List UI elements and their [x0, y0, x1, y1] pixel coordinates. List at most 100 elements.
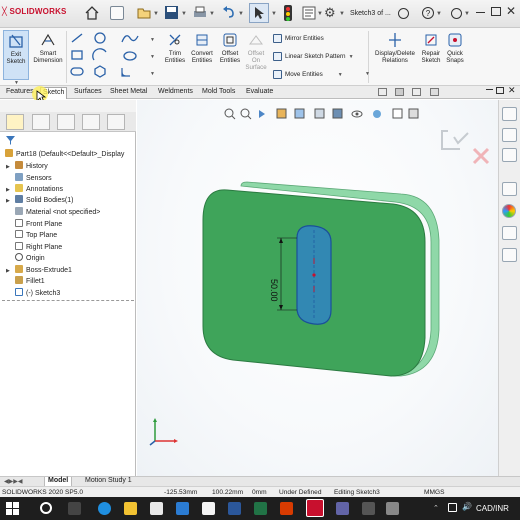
apply-scene-icon[interactable] — [392, 108, 403, 119]
new-document-icon[interactable] — [110, 6, 124, 20]
move-entities-button[interactable]: Move Entities ▼ — [273, 70, 343, 79]
slot-sketch[interactable] — [296, 225, 332, 325]
panel-toggle-icon[interactable] — [412, 88, 421, 96]
restore-icon[interactable] — [491, 7, 501, 16]
dynamic-annotation-icon[interactable] — [294, 108, 305, 119]
tree-item-history[interactable]: History — [15, 161, 48, 170]
undo-dropdown-arrow[interactable]: ▼ — [238, 11, 244, 17]
trim-entities-button[interactable]: Trim Entities — [164, 30, 186, 64]
tab-sheet-metal[interactable]: Sheet Metal — [108, 87, 149, 99]
dimension-label[interactable]: 50.00 — [269, 279, 279, 302]
ellipse-icon[interactable] — [123, 51, 137, 61]
tree-item-top-plane[interactable]: Top Plane — [15, 230, 57, 239]
design-library-icon[interactable] — [502, 128, 517, 142]
arc-icon[interactable] — [92, 48, 107, 61]
select-dropdown-arrow[interactable]: ▼ — [271, 11, 277, 17]
word-icon[interactable] — [228, 502, 241, 515]
doc-restore-icon[interactable] — [496, 87, 504, 94]
tab-surfaces[interactable]: Surfaces — [72, 87, 104, 99]
convert-entities-button[interactable]: Convert Entities — [189, 30, 215, 64]
tree-item-origin[interactable]: Origin — [15, 253, 45, 262]
zoom-area-icon[interactable] — [240, 108, 252, 120]
smart-dimension-button[interactable]: Smart Dimension — [33, 30, 63, 64]
tree-item-fillet1[interactable]: Fillet1 — [15, 276, 45, 285]
status-units[interactable]: MMGS — [424, 489, 445, 496]
polygon-icon[interactable] — [94, 65, 106, 78]
tree-item-material[interactable]: Material <not specified> — [15, 207, 100, 216]
panel-toggle-icon[interactable] — [430, 88, 439, 96]
edit-appearance-icon[interactable] — [373, 110, 381, 118]
relations-dropdown-arrow[interactable]: ▼ — [365, 71, 370, 77]
file-properties-icon[interactable] — [302, 6, 316, 20]
mail-icon[interactable] — [176, 502, 189, 515]
save-icon[interactable] — [164, 5, 179, 20]
app-icon[interactable] — [386, 502, 399, 515]
help-dropdown-arrow[interactable]: ▼ — [436, 11, 442, 17]
linear-pattern-dropdown-arrow[interactable]: ▼ — [349, 54, 354, 60]
previous-view-icon[interactable] — [259, 110, 265, 118]
open-icon[interactable] — [136, 5, 152, 21]
tree-item-right-plane[interactable]: Right Plane — [15, 242, 62, 251]
tab-evaluate[interactable]: Evaluate — [244, 87, 275, 99]
file-explorer-icon[interactable] — [502, 148, 517, 162]
appearances-icon[interactable] — [502, 204, 516, 218]
panel-toggle-icon[interactable] — [395, 88, 404, 96]
tab-features[interactable]: Features — [4, 87, 36, 99]
rectangle-icon[interactable] — [71, 50, 83, 60]
tree-item-sketch3[interactable]: (-) Sketch3 — [15, 288, 60, 297]
search-icon[interactable] — [40, 502, 52, 514]
tray-chevron-icon[interactable]: ⌃ — [433, 504, 439, 512]
tree-expander[interactable]: ▶ — [6, 187, 10, 193]
tray-icon[interactable] — [448, 503, 457, 512]
tree-expander[interactable]: ▶ — [6, 198, 10, 204]
select-icon[interactable] — [249, 3, 269, 23]
exit-sketch-confirm-icon[interactable] — [441, 130, 469, 150]
photos-icon[interactable] — [202, 502, 215, 515]
filter-icon[interactable] — [6, 136, 15, 147]
doc-minimize-icon[interactable] — [486, 89, 493, 90]
tree-item-sensors[interactable]: Sensors — [15, 173, 52, 182]
task-view-icon[interactable] — [68, 502, 81, 515]
offset-entities-button[interactable]: Offset Entities — [218, 30, 242, 64]
panel-toggle-icon[interactable] — [378, 88, 387, 96]
edge-icon[interactable] — [98, 502, 111, 515]
tab-mold-tools[interactable]: Mold Tools — [200, 87, 237, 99]
excel-icon[interactable] — [254, 502, 267, 515]
chrome-icon[interactable] — [150, 502, 163, 515]
scroll-left-icon[interactable]: ◀▶▶◀ — [4, 478, 22, 485]
tree-item-annotations[interactable]: Annotations — [15, 184, 63, 193]
display-manager-tab-icon[interactable] — [107, 114, 125, 130]
options-dropdown-arrow[interactable]: ▼ — [339, 11, 345, 17]
dimxpert-tab-icon[interactable] — [82, 114, 100, 130]
spline-icon[interactable] — [121, 35, 139, 43]
move-entities-dropdown-arrow[interactable]: ▼ — [338, 72, 343, 78]
open-dropdown-arrow[interactable]: ▼ — [153, 11, 159, 17]
display-style-icon[interactable] — [332, 108, 343, 119]
undo-icon[interactable] — [222, 5, 236, 19]
file-properties-dropdown-arrow[interactable]: ▼ — [317, 11, 323, 17]
doc-close-icon[interactable]: ✕ — [508, 85, 516, 96]
exit-sketch-button[interactable]: Exit Sketch — [3, 30, 29, 80]
feature-tree-tab-icon[interactable] — [6, 114, 24, 130]
linear-sketch-pattern-button[interactable]: Linear Sketch Pattern ▼ — [273, 52, 354, 61]
teams-icon[interactable] — [336, 502, 349, 515]
cancel-sketch-icon[interactable] — [472, 147, 490, 165]
windows-start-icon[interactable] — [6, 502, 19, 515]
tree-expander[interactable]: ▶ — [6, 268, 10, 274]
mirror-entities-button[interactable]: Mirror Entities — [273, 34, 324, 43]
offset-on-surface-button[interactable]: Offset On Surface — [244, 30, 268, 71]
view-settings-icon[interactable] — [408, 108, 419, 119]
powerpoint-icon[interactable] — [280, 502, 293, 515]
view-palette-icon[interactable] — [502, 182, 517, 196]
solidworks-resources-icon[interactable] — [502, 107, 517, 121]
options-gear-icon[interactable]: ⚙ — [324, 6, 338, 20]
app-icon[interactable] — [362, 502, 375, 515]
view-orientation-icon[interactable] — [314, 108, 325, 119]
repair-sketch-button[interactable]: Repair Sketch — [420, 30, 442, 64]
minimize-icon[interactable] — [476, 12, 485, 13]
graphics-viewport[interactable]: 50.00 — [137, 100, 498, 476]
property-manager-tab-icon[interactable] — [32, 114, 50, 130]
tree-item-boss-extrude1[interactable]: Boss-Extrude1 — [15, 265, 72, 274]
part-model[interactable] — [197, 180, 457, 382]
print-dropdown-arrow[interactable]: ▼ — [209, 11, 215, 17]
